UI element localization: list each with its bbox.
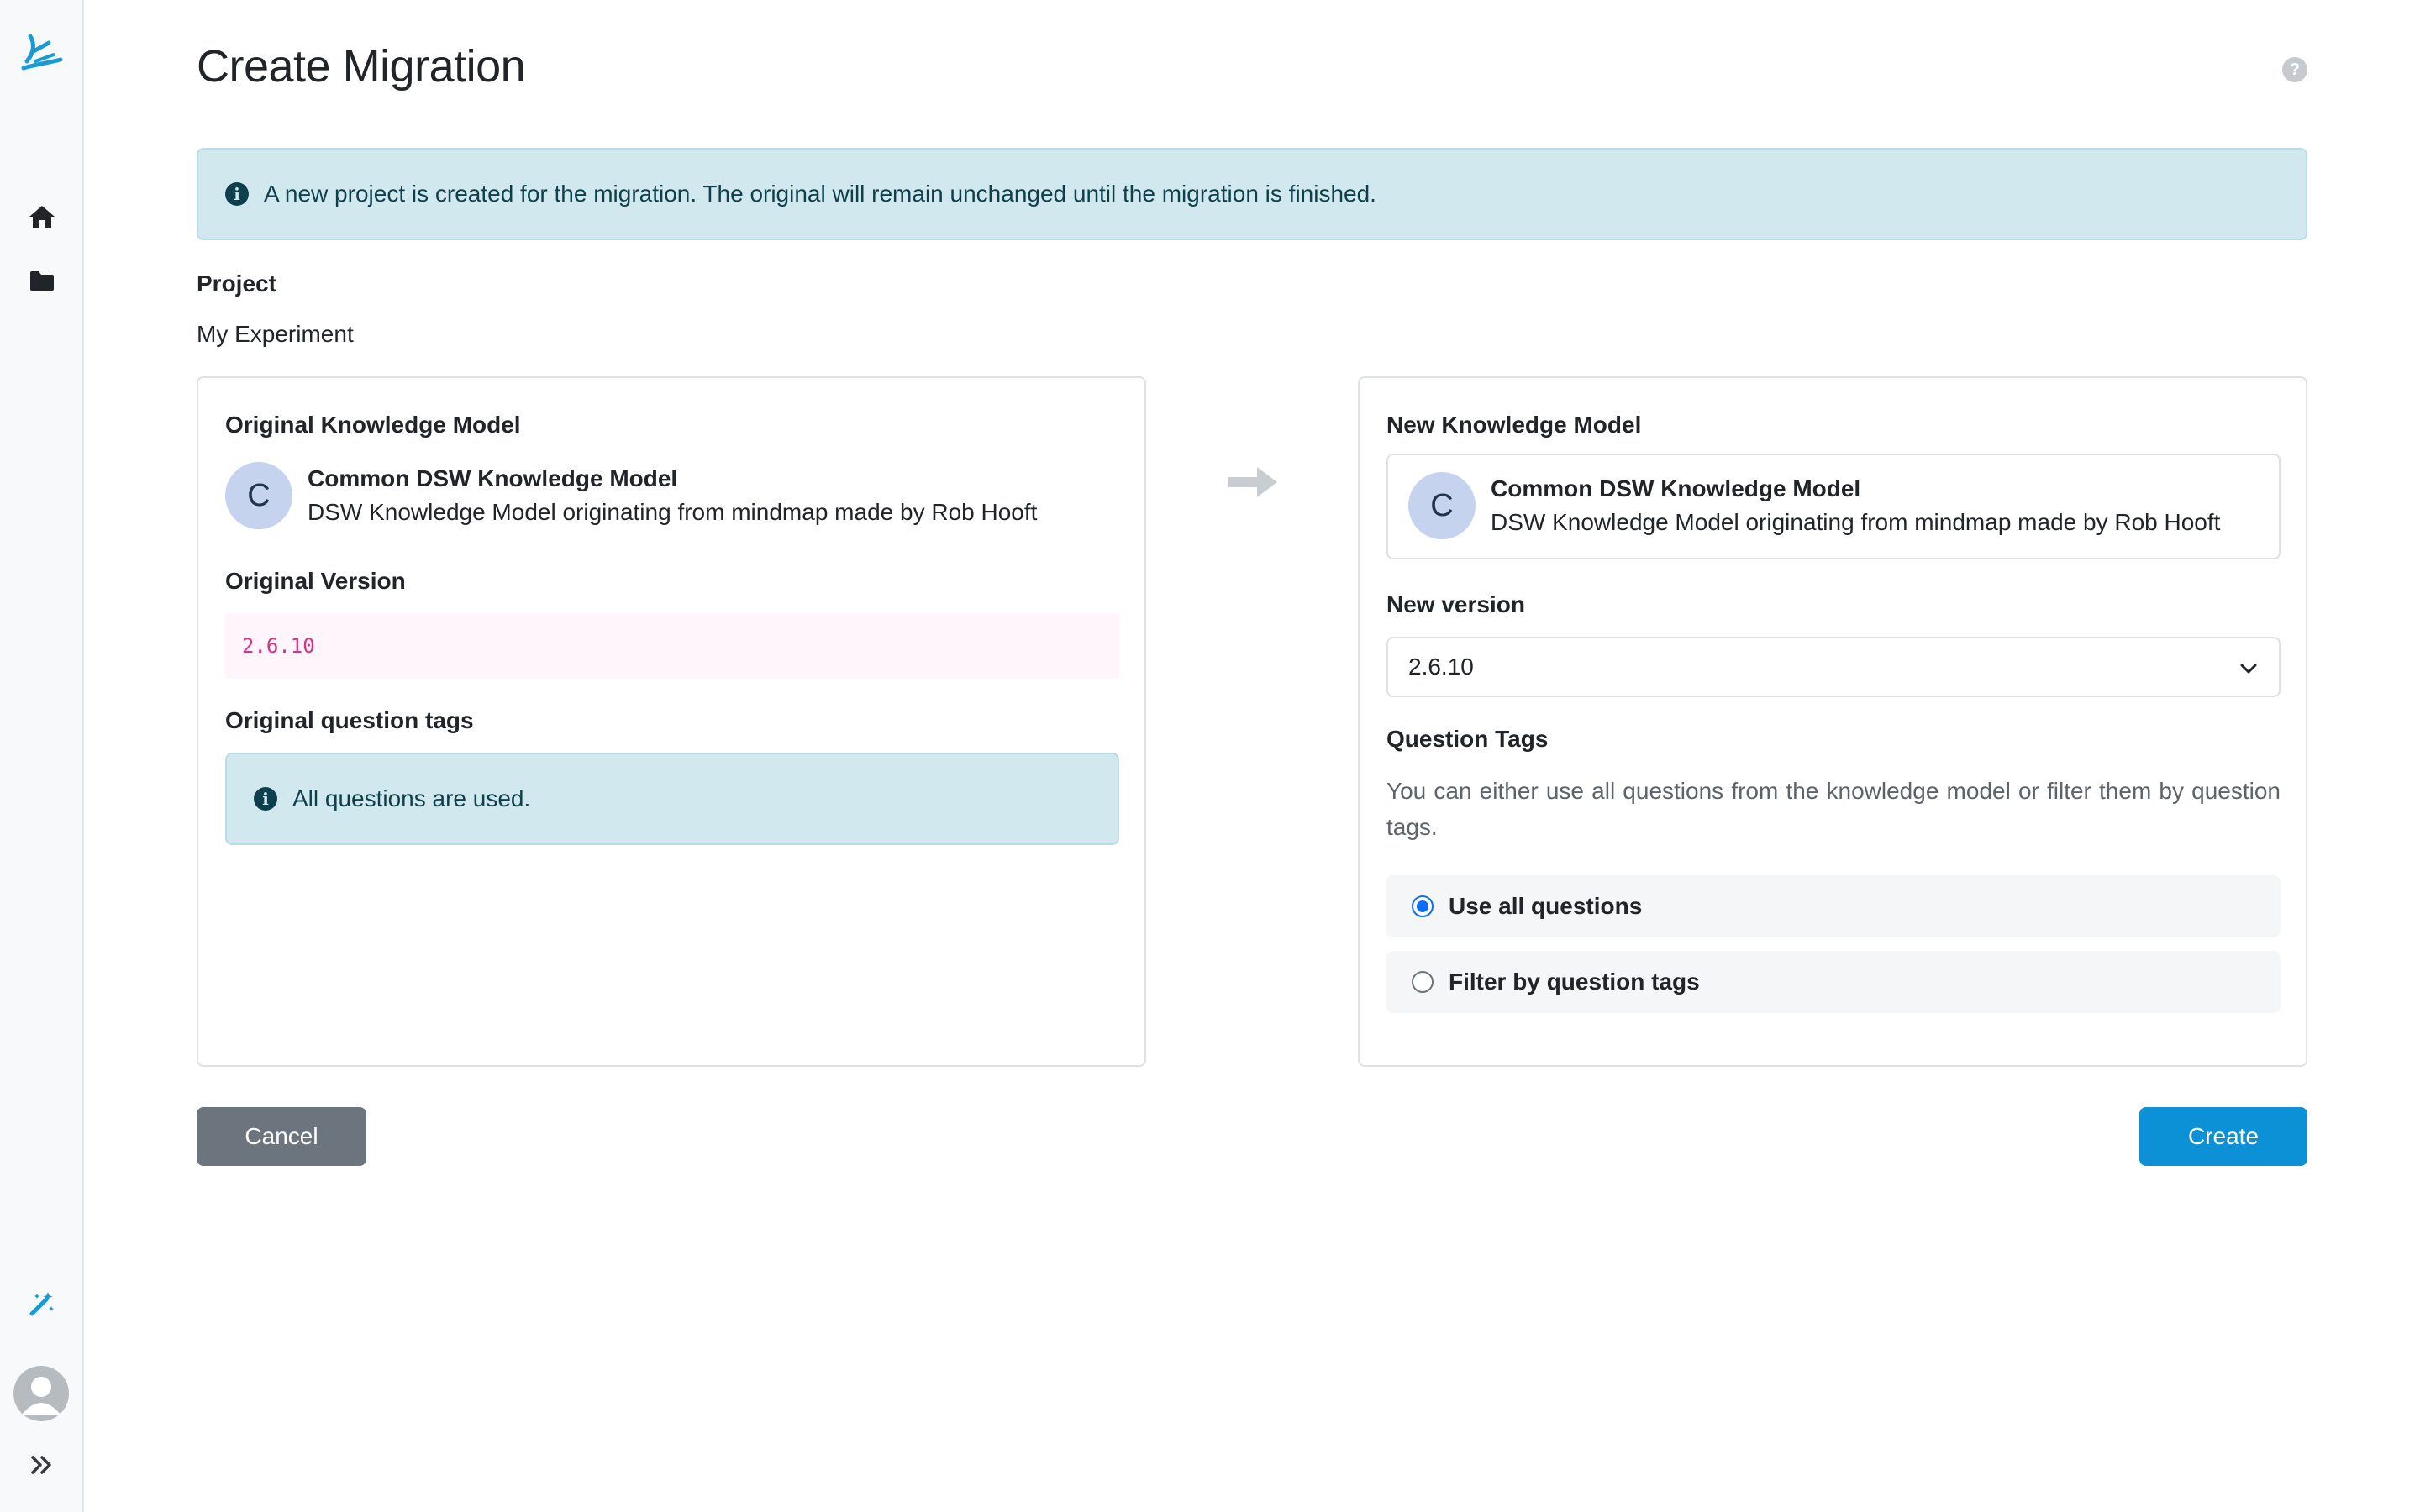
radio-label: Filter by question tags xyxy=(1449,969,1700,995)
new-km-name: Common DSW Knowledge Model xyxy=(1491,475,1861,501)
original-km-heading: Original Knowledge Model xyxy=(225,412,521,438)
create-button[interactable]: Create xyxy=(2139,1107,2307,1166)
sidebar xyxy=(0,0,84,1512)
new-km-card[interactable]: C Common DSW Knowledge Model DSW Knowled… xyxy=(1386,454,2281,559)
original-km-item: C Common DSW Knowledge Model DSW Knowled… xyxy=(225,462,1037,529)
magic-wand-icon[interactable] xyxy=(24,1285,60,1322)
new-version-selected: 2.6.10 xyxy=(1408,654,1474,680)
radio-button[interactable] xyxy=(1412,971,1434,993)
main-content: Create Migration ? i A new project is cr… xyxy=(197,0,2307,1512)
original-version-label: Original Version xyxy=(225,568,406,594)
app-logo-icon[interactable] xyxy=(17,30,67,77)
original-version-value: 2.6.10 xyxy=(225,613,1119,679)
new-version-label: New version xyxy=(1386,591,1525,617)
info-alert: i A new project is created for the migra… xyxy=(197,148,2307,240)
arrow-right-icon xyxy=(1228,467,1277,497)
question-tags-label: Question Tags xyxy=(1386,726,1549,752)
chevron-down-icon xyxy=(2240,664,2257,674)
new-version-select[interactable]: 2.6.10 xyxy=(1386,637,2281,697)
original-km-name: Common DSW Knowledge Model xyxy=(308,465,678,491)
radio-label: Use all questions xyxy=(1449,893,1643,919)
folder-icon[interactable] xyxy=(24,262,60,299)
help-icon[interactable]: ? xyxy=(2282,57,2307,82)
all-questions-text: All questions are used. xyxy=(292,785,531,811)
km-avatar: C xyxy=(225,462,292,529)
home-icon[interactable] xyxy=(24,198,60,235)
km-avatar: C xyxy=(1408,472,1476,539)
original-km-description: DSW Knowledge Model originating from min… xyxy=(308,499,1038,525)
user-avatar[interactable] xyxy=(13,1366,69,1421)
info-icon: i xyxy=(225,182,249,206)
all-questions-alert: i All questions are used. xyxy=(225,753,1119,845)
radio-filter-by-tags[interactable]: Filter by question tags xyxy=(1386,951,2281,1013)
cancel-button[interactable]: Cancel xyxy=(197,1107,366,1166)
project-label: Project xyxy=(197,270,276,297)
radio-use-all-questions[interactable]: Use all questions xyxy=(1386,875,2281,937)
page-title: Create Migration xyxy=(197,41,526,92)
new-km-panel: New Knowledge Model C Common DSW Knowled… xyxy=(1358,376,2307,1067)
new-km-description: DSW Knowledge Model originating from min… xyxy=(1491,509,2221,535)
expand-sidebar-icon[interactable] xyxy=(24,1446,60,1483)
project-name: My Experiment xyxy=(197,321,354,347)
new-km-item: C Common DSW Knowledge Model DSW Knowled… xyxy=(1408,472,2220,539)
question-tags-help: You can either use all questions from th… xyxy=(1386,778,2281,840)
original-km-panel: Original Knowledge Model C Common DSW Kn… xyxy=(197,376,1146,1067)
new-km-heading: New Knowledge Model xyxy=(1386,412,1642,438)
info-icon: i xyxy=(254,787,277,811)
original-tags-label: Original question tags xyxy=(225,707,474,733)
info-alert-text: A new project is created for the migrati… xyxy=(264,181,1376,207)
radio-button-checked[interactable] xyxy=(1412,895,1434,917)
